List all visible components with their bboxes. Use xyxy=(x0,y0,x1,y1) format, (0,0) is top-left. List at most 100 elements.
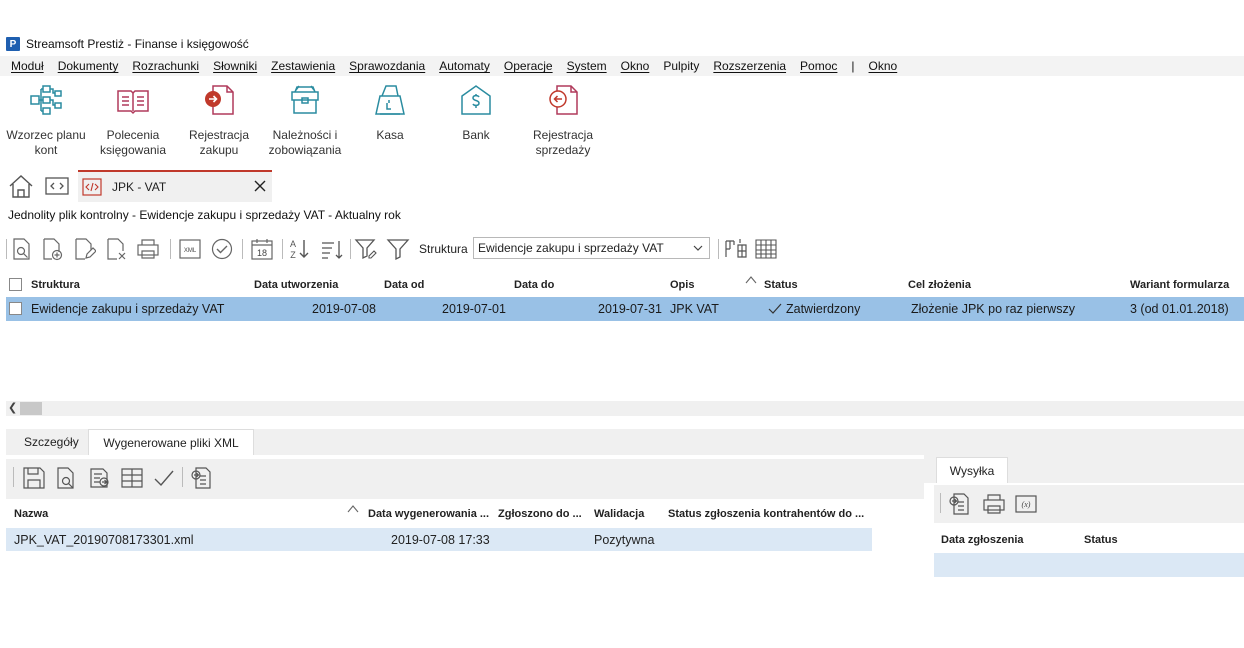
menu-pomoc[interactable]: Pomoc xyxy=(800,59,837,73)
ribbon-label-line1: Polecenia xyxy=(106,128,160,142)
grid-view-icon[interactable] xyxy=(754,237,778,261)
send-report-icon[interactable] xyxy=(190,466,214,490)
lower-tabs: Szczegóły Wygenerowane pliki XML xyxy=(6,429,1244,455)
page-title: Jednolity plik kontrolny - Ewidencje zak… xyxy=(8,208,401,222)
menu-okno-2[interactable]: Okno xyxy=(869,59,898,73)
tab-szczegoly[interactable]: Szczegóły xyxy=(24,429,79,455)
menu-operacje[interactable]: Operacje xyxy=(504,59,553,73)
select-all-checkbox[interactable] xyxy=(9,278,22,291)
svg-text:A: A xyxy=(290,239,296,249)
shipping-grid-header: Data zgłoszenia Status xyxy=(934,531,1244,549)
table-row[interactable]: Ewidencje zakupu i sprzedaży VAT 2019-07… xyxy=(6,297,1244,321)
ribbon-rejestracja-sprzedazy[interactable]: Rejestracja sprzedaży xyxy=(524,80,602,158)
menu-okno[interactable]: Okno xyxy=(621,59,650,73)
filter-edit-icon[interactable] xyxy=(354,237,378,261)
menu-zestawienia[interactable]: Zestawienia xyxy=(271,59,335,73)
files-toolbar xyxy=(6,459,924,499)
col-nazwa[interactable]: Nazwa xyxy=(14,508,48,520)
edit-doc-icon[interactable] xyxy=(72,237,96,261)
col-data-od[interactable]: Data od xyxy=(384,279,424,291)
send-icon[interactable] xyxy=(948,492,972,516)
ribbon-kasa[interactable]: Kasa xyxy=(354,80,426,143)
ribbon-label-line1: Bank xyxy=(462,128,490,142)
cell-data-utworzenia: 2019-07-08 xyxy=(312,302,376,316)
cell-status: Zatwierdzony xyxy=(786,302,861,316)
menu-system[interactable]: System xyxy=(567,59,607,73)
title-bar: P Streamsoft Prestiż - Finanse i księgow… xyxy=(0,34,1244,54)
ribbon-polecenia-ksiegowania[interactable]: Polecenia księgowania xyxy=(92,80,174,158)
menu-sprawozdania[interactable]: Sprawozdania xyxy=(349,59,425,73)
ribbon-label-line2: sprzedaży xyxy=(535,143,591,157)
col-struktura[interactable]: Struktura xyxy=(31,279,80,291)
menu-modul[interactable]: Moduł xyxy=(11,59,44,73)
menu-slowniki[interactable]: Słowniki xyxy=(213,59,257,73)
table-icon[interactable] xyxy=(120,466,144,490)
menu-automaty[interactable]: Automaty xyxy=(439,59,490,73)
tab-wygenerowane-pliki-xml[interactable]: Wygenerowane pliki XML xyxy=(88,429,254,455)
col-opis[interactable]: Opis xyxy=(670,279,694,291)
ribbon-naleznosci-i-zobowiazania[interactable]: Należności i zobowiązania xyxy=(264,80,346,158)
col-status[interactable]: Status xyxy=(764,279,798,291)
menu-dokumenty[interactable]: Dokumenty xyxy=(58,59,119,73)
sales-doc-icon xyxy=(545,82,581,118)
col-zgloszono-do[interactable]: Zgłoszono do ... xyxy=(498,508,582,520)
delete-doc-icon[interactable] xyxy=(104,237,128,261)
export-file-icon[interactable] xyxy=(88,466,112,490)
preview-doc-icon[interactable] xyxy=(10,237,34,261)
menu-rozszerzenia[interactable]: Rozszerzenia xyxy=(713,59,786,73)
scroll-left-icon[interactable]: ❮ xyxy=(8,401,17,414)
preview-file-icon[interactable] xyxy=(54,466,78,490)
print-icon[interactable] xyxy=(136,237,160,261)
col-status-zgloszenia[interactable]: Status zgłoszenia kontrahentów do ... xyxy=(668,508,864,520)
calendar-icon[interactable]: 18 xyxy=(250,237,274,261)
col-wariant-formularza[interactable]: Wariant formularza xyxy=(1130,279,1229,291)
col-data-wygenerowania[interactable]: Data wygenerowania ... xyxy=(368,508,489,520)
ribbon-bank[interactable]: Bank xyxy=(440,80,512,143)
cell-opis: JPK VAT xyxy=(670,302,719,316)
xml-icon[interactable]: XML xyxy=(178,237,202,261)
ribbon: Wzorzec planu kont Polecenia księgowania… xyxy=(0,80,1244,160)
col-data-utworzenia[interactable]: Data utworzenia xyxy=(254,279,338,291)
structure-label: Struktura xyxy=(419,242,468,256)
table-row[interactable]: JPK_VAT_20190708173301.xml 2019-07-08 17… xyxy=(6,528,872,551)
tab-wysylka-label: Wysyłka xyxy=(949,463,995,478)
home-icon[interactable] xyxy=(6,172,36,200)
scrollbar-thumb[interactable] xyxy=(20,402,42,415)
close-icon[interactable] xyxy=(254,180,266,192)
ribbon-wzorzec-planu-kont[interactable]: Wzorzec planu kont xyxy=(4,80,88,158)
col-cel-zlozenia[interactable]: Cel złożenia xyxy=(908,279,971,291)
structure-select[interactable]: Ewidencje zakupu i sprzedaży VAT xyxy=(473,237,710,259)
validate-check-icon[interactable] xyxy=(152,466,176,490)
row-checkbox[interactable] xyxy=(9,302,22,315)
sort-asc-icon xyxy=(744,275,758,285)
app-logo: P xyxy=(6,37,20,51)
approve-icon[interactable] xyxy=(210,237,234,261)
ribbon-rejestracja-zakupu[interactable]: Rejestracja zakupu xyxy=(180,80,258,158)
toolbar-separator xyxy=(242,239,243,259)
table-row[interactable] xyxy=(934,553,1244,577)
col-walidacja[interactable]: Walidacja xyxy=(594,508,644,520)
sort-az-icon[interactable]: AZ xyxy=(288,237,312,261)
ribbon-label-line1: Rejestracja xyxy=(532,128,594,142)
menu-pulpity[interactable]: Pulpity xyxy=(663,59,699,73)
filter-icon[interactable] xyxy=(386,237,410,261)
chevron-down-icon xyxy=(693,245,703,251)
tab-navigator-icon[interactable] xyxy=(42,172,72,200)
save-icon[interactable] xyxy=(22,466,46,490)
toolbar-separator xyxy=(940,493,941,513)
col-data-zgloszenia[interactable]: Data zgłoszenia xyxy=(941,534,1024,546)
col-data-do[interactable]: Data do xyxy=(514,279,554,291)
tab-jpk-vat[interactable]: JPK - VAT xyxy=(78,170,272,202)
sort-list-icon[interactable] xyxy=(320,237,344,261)
col-status[interactable]: Status xyxy=(1084,534,1118,546)
cell-wariant: 3 (od 01.01.2018) xyxy=(1130,302,1229,316)
cell-nazwa: JPK_VAT_20190708173301.xml xyxy=(14,533,194,547)
add-doc-icon[interactable] xyxy=(40,237,64,261)
column-layout-icon[interactable] xyxy=(724,237,748,261)
tab-wysylka[interactable]: Wysyłka xyxy=(936,457,1008,483)
menu-rozrachunki[interactable]: Rozrachunki xyxy=(132,59,199,73)
print-icon[interactable] xyxy=(982,492,1006,516)
function-icon[interactable]: (x) xyxy=(1014,492,1038,516)
horizontal-scrollbar[interactable]: ❮ xyxy=(6,401,1244,416)
tab-jpk-label: JPK - VAT xyxy=(112,180,167,194)
